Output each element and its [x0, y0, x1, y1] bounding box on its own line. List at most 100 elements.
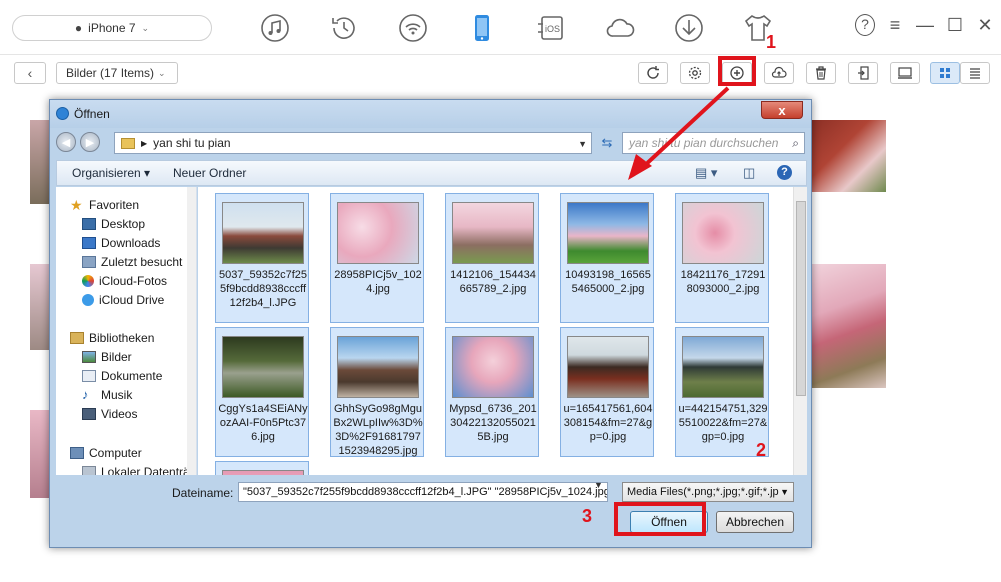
filename-input[interactable]: "5037_59352c7f255f9bcdd8938cccff12f2b4_l…	[238, 482, 608, 502]
downloads-icon	[82, 236, 96, 249]
nav-label: Downloads	[101, 235, 161, 250]
gallery-photo[interactable]	[30, 410, 50, 498]
apple-icon: ●	[74, 21, 83, 35]
file-tile[interactable]: Mypsd_6736_201304221320550215B.jpg	[445, 327, 539, 457]
file-tile[interactable]: 28958PICj5v_1024.jpg	[330, 193, 424, 323]
search-icon[interactable]: ⌕	[792, 136, 799, 151]
file-scrollbar[interactable]	[793, 187, 807, 475]
nav-libraries[interactable]: Bibliotheken	[70, 328, 154, 347]
filename-label: Dateiname:	[172, 486, 234, 500]
step-number: 2	[756, 440, 767, 460]
address-bar[interactable]: ▶ yan shi tu pian ▼	[114, 132, 592, 154]
file-tile[interactable]: CggYs1a4SEiANyozAAI-F0n5Ptc376.jpg	[215, 327, 309, 457]
music-icon[interactable]	[240, 8, 309, 48]
gallery-photo[interactable]	[810, 120, 886, 192]
nav-pictures[interactable]: Bilder	[82, 347, 132, 366]
preview-pane-icon[interactable]: ◫	[743, 165, 755, 181]
gallery-photo[interactable]	[30, 264, 50, 350]
cancel-button[interactable]: Abbrechen	[716, 511, 794, 533]
file-tile[interactable]: 5037_59352c7f255f9bcdd8938cccff12f2b4_l.…	[215, 193, 309, 323]
gear-icon	[688, 66, 702, 80]
phone-icon[interactable]	[447, 8, 516, 48]
arrow-annotation	[628, 86, 730, 180]
nav-label: Videos	[101, 406, 138, 421]
device-name: iPhone 7	[88, 21, 136, 35]
wifi-sync-icon[interactable]	[378, 8, 447, 48]
filetype-value: Media Files(*.png;*.jpg;*.gif;*.jp	[627, 486, 779, 498]
dialog-title: Öffnen	[74, 107, 110, 121]
tshirt-icon[interactable]	[723, 8, 792, 48]
refresh-arrows-icon[interactable]: ⇆	[596, 132, 618, 154]
menu-icon[interactable]: ≡	[885, 15, 905, 36]
file-tile[interactable]: 18421176_172918093000_2.jpg	[675, 193, 769, 323]
delete-button[interactable]	[806, 62, 836, 84]
file-tile[interactable]: 10493198_165655465000_2.jpg	[560, 193, 654, 323]
to-computer-button[interactable]	[890, 62, 920, 84]
computer-icon	[898, 67, 912, 79]
download-icon[interactable]	[654, 8, 723, 48]
file-thumbnail	[682, 336, 764, 398]
file-tile[interactable]: 1412106_154434665789_2.jpg	[445, 193, 539, 323]
file-tile[interactable]	[215, 461, 309, 475]
gallery-photo[interactable]	[810, 264, 886, 388]
help-icon[interactable]: ?	[855, 14, 875, 36]
dialog-close-button[interactable]: x	[761, 101, 803, 119]
back-arrow-icon[interactable]: ◀	[56, 132, 76, 152]
ios-icon[interactable]: iOS	[516, 8, 585, 48]
file-thumbnail	[452, 202, 534, 264]
list-view-button[interactable]	[960, 62, 990, 84]
nav-label: Bibliotheken	[89, 330, 155, 345]
history-icon[interactable]	[309, 8, 378, 48]
nav-local-disk[interactable]: Lokaler Datenträger	[82, 462, 197, 476]
star-icon: ★	[70, 196, 83, 213]
trash-icon	[816, 66, 826, 80]
scrollbar-thumb[interactable]	[796, 201, 806, 396]
nav-icloud-photos[interactable]: iCloud-Fotos	[82, 271, 167, 290]
nav-icloud-drive[interactable]: iCloud Drive	[82, 290, 164, 309]
filename-dropdown-icon[interactable]: ▼	[594, 480, 603, 490]
maximize-icon[interactable]: ☐	[945, 15, 965, 36]
nav-documents[interactable]: Dokumente	[82, 366, 162, 385]
nav-downloads[interactable]: Downloads	[82, 233, 160, 252]
list-icon	[970, 68, 980, 79]
category-icons: iOS	[240, 8, 792, 48]
icloud-drive-icon	[82, 293, 94, 306]
close-icon[interactable]: ✕	[975, 15, 995, 36]
new-folder-button[interactable]: Neuer Ordner	[173, 166, 246, 180]
back-button[interactable]: ‹	[14, 62, 46, 84]
filetype-select[interactable]: Media Files(*.png;*.jpg;*.gif;*.jp ▼	[622, 482, 794, 502]
nav-scrollbar[interactable]	[187, 187, 196, 475]
grid-view-button[interactable]	[930, 62, 960, 84]
cloud-upload-icon	[771, 66, 787, 78]
divider	[0, 54, 1001, 55]
refresh-button[interactable]	[638, 62, 668, 84]
nav-computer[interactable]: Computer	[70, 443, 142, 462]
filename-value: "5037_59352c7f255f9bcdd8938cccff12f2b4_l…	[243, 486, 608, 498]
album-selector[interactable]: Bilder (17 Items) ⌄	[56, 62, 178, 84]
nav-recent[interactable]: Zuletzt besucht	[82, 252, 182, 271]
nav-label: Lokaler Datenträger	[101, 464, 197, 476]
nav-label: Dokumente	[101, 368, 163, 383]
dropdown-arrow-icon[interactable]: ▼	[578, 139, 587, 149]
organize-menu[interactable]: Organisieren ▾	[72, 166, 150, 180]
navigation-pane: ★ Favoriten Desktop Downloads Zuletzt be…	[56, 187, 197, 475]
minimize-icon[interactable]: —	[915, 15, 935, 36]
help-icon[interactable]: ?	[777, 165, 792, 180]
file-tile[interactable]: u=442154751,3295510022&fm=27&gp=0.jpg	[675, 327, 769, 457]
file-tile[interactable]: u=165417561,604308154&fm=27&gp=0.jpg	[560, 327, 654, 457]
export-button[interactable]	[848, 62, 878, 84]
svg-text:iOS: iOS	[545, 24, 560, 34]
nav-desktop[interactable]: Desktop	[82, 214, 145, 233]
gallery-photo[interactable]	[30, 120, 50, 204]
settings-button[interactable]	[680, 62, 710, 84]
libraries-icon	[70, 331, 84, 344]
forward-arrow-icon[interactable]: ▶	[80, 132, 100, 152]
cloud-icon[interactable]	[585, 8, 654, 48]
file-name: 1412106_154434665789_2.jpg	[450, 269, 536, 295]
nav-favorites[interactable]: ★ Favoriten	[70, 195, 139, 214]
nav-music[interactable]: ♪ Musik	[82, 385, 132, 404]
nav-videos[interactable]: Videos	[82, 404, 137, 423]
upload-to-device-button[interactable]	[764, 62, 794, 84]
file-tile[interactable]: GhhSyGo98gMguBx2WLpIIw%3D%3D%2F91681797 …	[330, 327, 424, 457]
device-selector[interactable]: ● iPhone 7 ⌄	[12, 15, 212, 41]
